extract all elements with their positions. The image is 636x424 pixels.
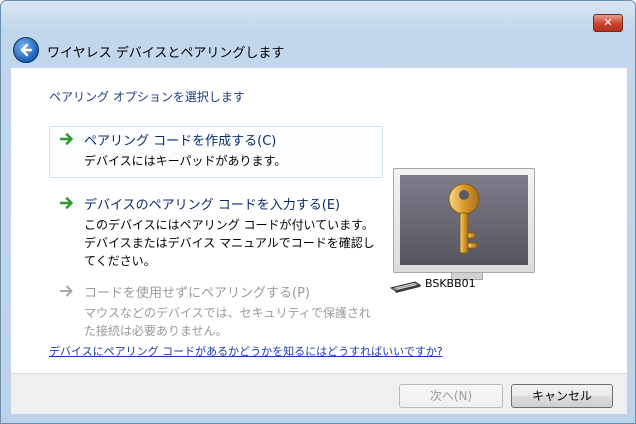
dialog-title: ワイヤレス デバイスとペアリングします (47, 46, 285, 61)
option-description: マウスなどのデバイスでは、セキュリティで保護され た接続は必要ありません。 (84, 306, 371, 338)
next-button[interactable]: 次へ(N) (399, 384, 503, 408)
instruction-text: ペアリング オプションを選択します (49, 90, 245, 104)
option-description: デバイスにはキーパッドがあります。 (84, 154, 287, 168)
option-title: コードを使用せずにペアリングする(P) (84, 286, 310, 301)
back-button[interactable] (13, 37, 39, 63)
option-title: デバイスのペアリング コードを入力する(E) (84, 198, 341, 213)
cancel-button[interactable]: キャンセル (511, 384, 613, 408)
option-enter-code[interactable]: デバイスのペアリング コードを入力する(E) このデバイスにはペアリング コード… (49, 190, 383, 268)
device-name: BSKBB01 (425, 277, 476, 290)
option-no-code[interactable]: コードを使用せずにペアリングする(P) マウスなどのデバイスでは、セキュリティで… (49, 278, 383, 338)
back-arrow-icon (20, 43, 33, 57)
dialog-content: ペアリング オプションを選択します ペアリング コードを作成する(C) デバイス… (11, 67, 627, 374)
help-link[interactable]: デバイスにペアリング コードがあるかどうかを知るにはどうすればいいですか? (49, 343, 443, 359)
keyboard-icon (389, 281, 421, 293)
close-button[interactable]: ✕ (593, 14, 623, 32)
dialog-header: ワイヤレス デバイスとペアリングします (9, 31, 629, 67)
green-arrow-icon (60, 197, 73, 209)
device-monitor-image (393, 168, 535, 273)
gray-arrow-icon (60, 285, 73, 297)
pairing-dialog: ✕ ワイヤレス デバイスとペアリングします ペアリング オプションを選択します … (0, 0, 636, 424)
key-icon (448, 183, 480, 254)
dialog-footer: 次へ(N) キャンセル (11, 373, 627, 414)
green-arrow-icon (60, 133, 73, 145)
option-title: ペアリング コードを作成する(C) (84, 134, 277, 149)
option-description: このデバイスにはペアリング コードが付いています。 デバイスまたはデバイス マニ… (84, 218, 375, 268)
option-create-code[interactable]: ペアリング コードを作成する(C) デバイスにはキーパッドがあります。 (49, 126, 383, 178)
